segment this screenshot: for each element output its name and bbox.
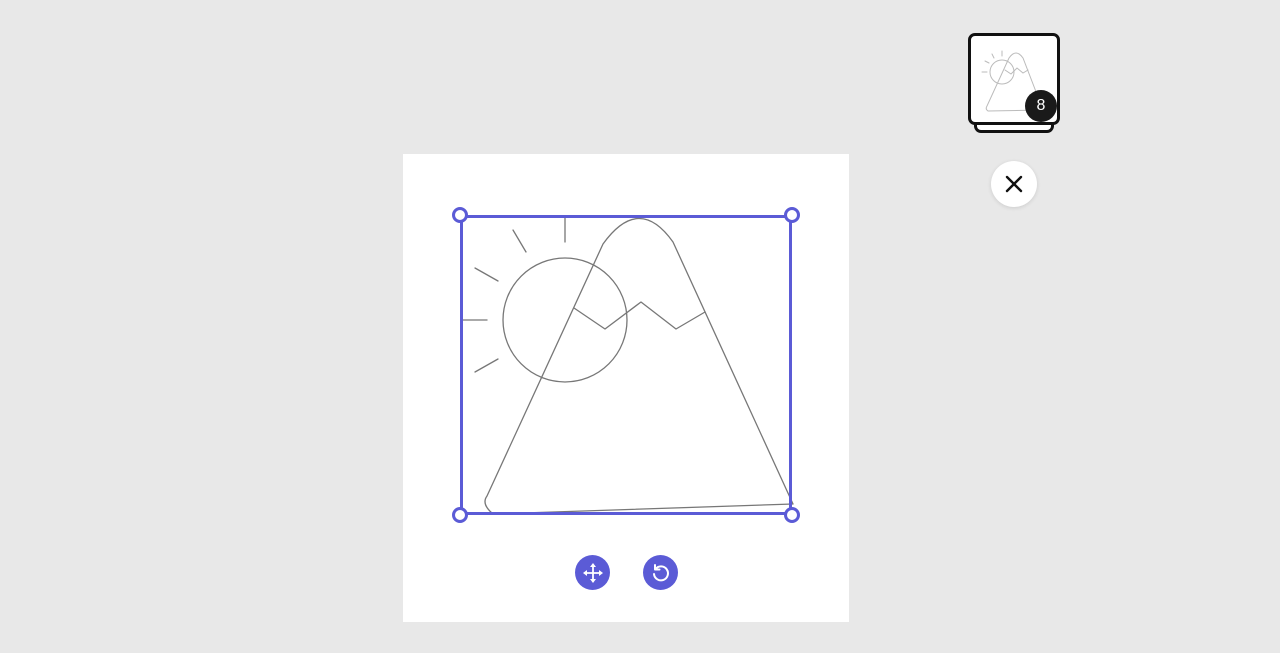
move-button[interactable] bbox=[575, 555, 610, 590]
close-button[interactable] bbox=[991, 161, 1037, 207]
rotate-button[interactable] bbox=[643, 555, 678, 590]
resize-handle-top-right[interactable] bbox=[784, 207, 800, 223]
editor-stage: 8 bbox=[0, 0, 1280, 653]
crop-frame[interactable] bbox=[460, 215, 792, 515]
move-arrows-icon bbox=[582, 562, 603, 583]
close-icon bbox=[1005, 175, 1023, 193]
resize-handle-bottom-right[interactable] bbox=[784, 507, 800, 523]
resize-handle-bottom-left[interactable] bbox=[452, 507, 468, 523]
image-count-badge: 8 bbox=[1025, 90, 1057, 122]
resize-handle-top-left[interactable] bbox=[452, 207, 468, 223]
image-stack[interactable]: 8 bbox=[968, 33, 1060, 135]
rotate-icon bbox=[652, 563, 669, 581]
image-thumbnail[interactable]: 8 bbox=[968, 33, 1060, 125]
canvas[interactable] bbox=[403, 154, 849, 622]
